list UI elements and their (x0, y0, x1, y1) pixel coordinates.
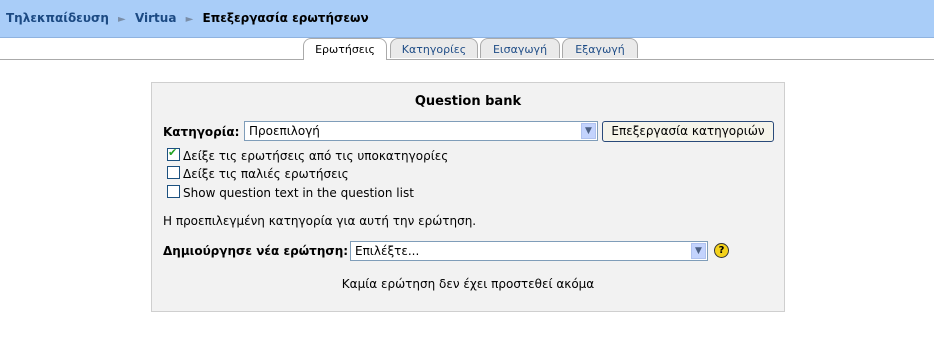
show-old-questions-label: Δείξε τις παλιές ερωτήσεις (183, 167, 349, 181)
checkbox-row-question-text[interactable]: Show question text in the question list (167, 185, 414, 201)
tab-import[interactable]: Εισαγωγή (480, 38, 560, 58)
navbar: Τηλεκπαίδευση ► Virtua ► Επεξεργασία ερω… (0, 0, 934, 38)
question-bank-panel: Question bank Κατηγορία: Προεπιλογή ▼ Επ… (151, 82, 785, 312)
breadcrumb-separator-icon: ► (118, 14, 126, 25)
chevron-down-icon: ▼ (581, 123, 596, 139)
breadcrumb: Τηλεκπαίδευση ► Virtua ► Επεξεργασία ερω… (6, 11, 369, 25)
tab-categories[interactable]: Κατηγορίες (390, 38, 478, 58)
breadcrumb-link-home[interactable]: Τηλεκπαίδευση (6, 11, 109, 25)
breadcrumb-link-course[interactable]: Virtua (135, 11, 176, 25)
empty-message: Καμία ερώτηση δεν έχει προστεθεί ακόμα (341, 277, 595, 291)
show-question-text-checkbox[interactable] (167, 185, 180, 198)
show-subcategories-checkbox[interactable]: ✔ (167, 146, 180, 161)
checkbox-row-old-questions[interactable]: Δείξε τις παλιές ερωτήσεις (167, 166, 349, 182)
tab-questions[interactable]: Ερωτήσεις (303, 38, 387, 60)
breadcrumb-current: Επεξεργασία ερωτήσεων (202, 11, 369, 25)
help-icon[interactable]: ? (714, 243, 729, 258)
breadcrumb-separator-icon: ► (185, 14, 194, 25)
show-subcategories-label: Δείξε τις ερωτήσεις από τις υποκατηγορίε… (183, 149, 449, 163)
category-select[interactable]: Προεπιλογή ▼ (244, 121, 598, 141)
tabs-baseline (0, 59, 934, 60)
create-question-select[interactable]: Επιλέξτε... ▼ (350, 241, 708, 261)
create-question-select-value: Επιλέξτε... (355, 244, 420, 258)
category-info-text: Η προεπιλεγμένη κατηγορία για αυτή την ε… (163, 214, 477, 228)
create-question-label: Δημιούργησε νέα ερώτηση: (163, 244, 349, 258)
show-question-text-label: Show question text in the question list (183, 186, 414, 200)
edit-categories-button[interactable]: Επεξεργασία κατηγοριών (602, 121, 774, 142)
chevron-down-icon: ▼ (691, 243, 706, 259)
tab-export[interactable]: Εξαγωγή (562, 38, 638, 58)
category-label: Κατηγορία: (163, 125, 240, 139)
panel-title: Question bank (414, 94, 522, 109)
checkbox-row-subcategories[interactable]: ✔ Δείξε τις ερωτήσεις από τις υποκατηγορί… (167, 146, 449, 164)
show-old-questions-checkbox[interactable] (167, 166, 180, 179)
checkmark-icon: ✔ (168, 146, 178, 159)
category-select-value: Προεπιλογή (249, 124, 320, 138)
